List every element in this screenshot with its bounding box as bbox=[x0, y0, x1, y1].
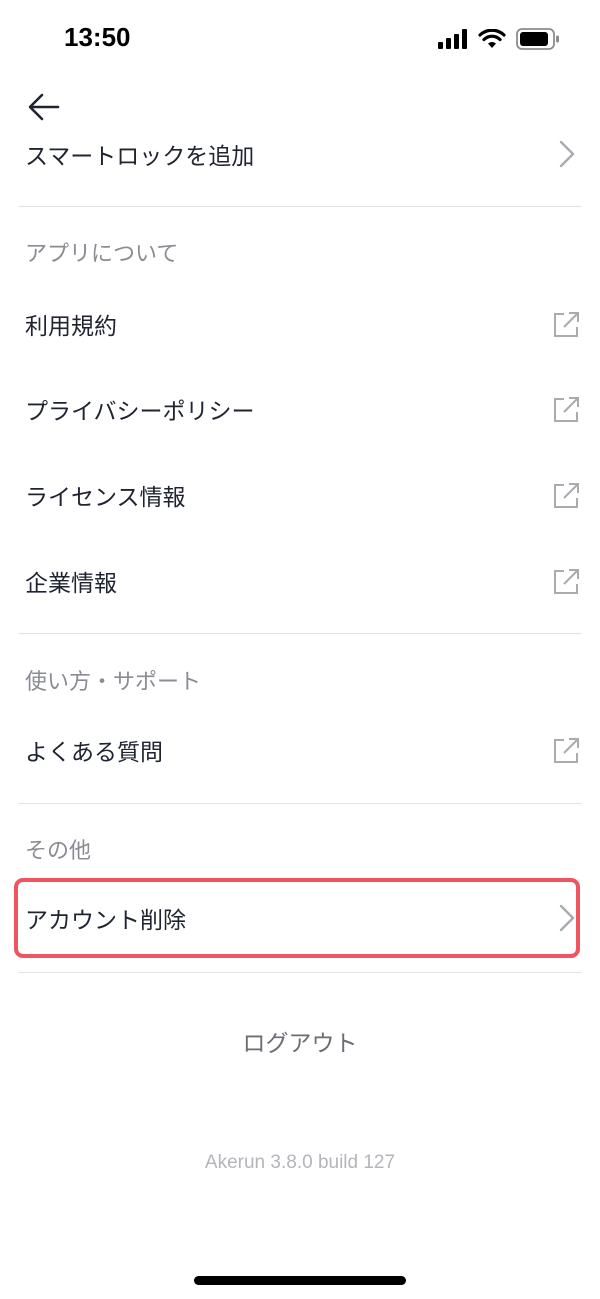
back-button[interactable] bbox=[26, 90, 62, 124]
add-smart-lock-item[interactable]: スマートロックを追加 bbox=[0, 124, 600, 184]
chevron-right-icon bbox=[559, 140, 575, 168]
external-link-icon bbox=[554, 569, 579, 594]
external-link-icon bbox=[554, 397, 579, 422]
terms-of-use-label: 利用規約 bbox=[25, 314, 117, 340]
license-info-label: ライセンス情報 bbox=[25, 485, 186, 511]
section-header-about: アプリについて bbox=[25, 242, 179, 267]
divider bbox=[18, 633, 582, 634]
privacy-policy-item[interactable]: プライバシーポリシー bbox=[0, 379, 600, 439]
external-link-icon bbox=[554, 483, 579, 508]
status-time: 13:50 bbox=[64, 22, 131, 52]
arrow-left-icon bbox=[28, 93, 60, 121]
add-smart-lock-label: スマートロックを追加 bbox=[25, 144, 255, 170]
status-bar: 13:50 bbox=[0, 0, 600, 80]
delete-account-label: アカウント削除 bbox=[25, 908, 186, 934]
license-info-item[interactable]: ライセンス情報 bbox=[0, 465, 600, 525]
company-info-label: 企業情報 bbox=[25, 571, 117, 597]
divider bbox=[18, 972, 582, 973]
section-header-support: 使い方・サポート bbox=[25, 670, 202, 695]
status-icons bbox=[438, 28, 560, 50]
faq-label: よくある質問 bbox=[25, 740, 163, 766]
cellular-signal-icon bbox=[438, 29, 467, 49]
faq-item[interactable]: よくある質問 bbox=[0, 720, 600, 780]
logout-button[interactable]: ログアウト bbox=[0, 1024, 600, 1058]
section-header-other: その他 bbox=[25, 839, 92, 864]
terms-of-use-item[interactable]: 利用規約 bbox=[0, 294, 600, 354]
chevron-right-icon bbox=[559, 904, 575, 932]
divider bbox=[18, 206, 582, 207]
privacy-policy-label: プライバシーポリシー bbox=[25, 399, 255, 425]
external-link-icon bbox=[554, 738, 579, 763]
delete-account-item[interactable]: アカウント削除 bbox=[0, 888, 600, 948]
company-info-item[interactable]: 企業情報 bbox=[0, 551, 600, 611]
external-link-icon bbox=[554, 312, 579, 337]
battery-icon bbox=[516, 28, 559, 50]
home-indicator bbox=[194, 1276, 406, 1285]
divider bbox=[18, 803, 582, 804]
wifi-icon bbox=[478, 29, 506, 48]
app-version: Akerun 3.8.0 build 127 bbox=[204, 1152, 396, 1173]
